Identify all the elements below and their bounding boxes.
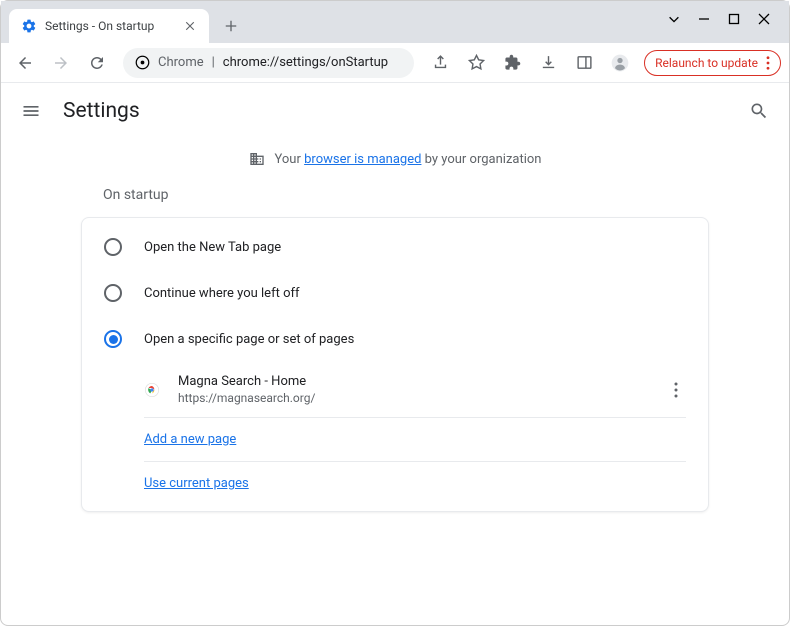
settings-icon: [21, 18, 37, 34]
managed-banner: Your browser is managed by your organiza…: [1, 139, 789, 179]
page-item: Magna Search - Home https://magnasearch.…: [144, 362, 686, 418]
back-button[interactable]: [9, 47, 41, 79]
option-specific[interactable]: Open a specific page or set of pages: [82, 316, 708, 362]
page-url: https://magnasearch.org/: [178, 391, 648, 405]
forward-button[interactable]: [45, 47, 77, 79]
building-icon: [249, 151, 265, 167]
browser-tab[interactable]: Settings - On startup: [9, 9, 209, 43]
radio-icon: [104, 330, 122, 348]
page-title: Settings: [63, 99, 140, 123]
more-icon: [766, 56, 770, 70]
close-window-icon[interactable]: [757, 11, 771, 25]
settings-header: Settings: [1, 83, 789, 139]
downloads-icon[interactable]: [532, 47, 564, 79]
option-label: Open a specific page or set of pages: [144, 332, 354, 347]
side-panel-icon[interactable]: [568, 47, 600, 79]
banner-text: Your browser is managed by your organiza…: [275, 152, 542, 167]
reload-button[interactable]: [81, 47, 113, 79]
section-title: On startup: [81, 179, 709, 217]
startup-card: Open the New Tab page Continue where you…: [81, 217, 709, 512]
minimize-icon[interactable]: [697, 11, 711, 25]
bookmark-icon[interactable]: [460, 47, 492, 79]
window-controls: [649, 1, 789, 35]
tab-title: Settings - On startup: [45, 19, 154, 33]
page-name: Magna Search - Home: [178, 374, 648, 389]
relaunch-label: Relaunch to update: [655, 56, 758, 70]
page-menu-button[interactable]: [666, 380, 686, 400]
menu-button[interactable]: [19, 99, 43, 123]
managed-link[interactable]: browser is managed: [304, 152, 421, 167]
option-label: Open the New Tab page: [144, 240, 281, 255]
add-page-link[interactable]: Add a new page: [144, 418, 686, 462]
radio-icon: [104, 284, 122, 302]
titlebar: Settings - On startup: [1, 1, 789, 43]
page-favicon-icon: [144, 382, 160, 398]
site-info-icon[interactable]: [135, 55, 150, 70]
new-tab-button[interactable]: [217, 12, 245, 40]
browser-toolbar: Chrome | chrome://settings/onStartup Rel…: [1, 43, 789, 83]
omnibox-scheme: Chrome: [158, 55, 204, 70]
option-continue[interactable]: Continue where you left off: [82, 270, 708, 316]
close-icon[interactable]: [183, 19, 197, 33]
maximize-icon[interactable]: [727, 11, 741, 25]
chevron-down-icon[interactable]: [667, 11, 681, 25]
radio-icon: [104, 238, 122, 256]
use-current-link[interactable]: Use current pages: [144, 462, 686, 505]
search-button[interactable]: [747, 99, 771, 123]
share-icon[interactable]: [424, 47, 456, 79]
omnibox[interactable]: Chrome | chrome://settings/onStartup: [123, 48, 414, 78]
page-info: Magna Search - Home https://magnasearch.…: [178, 374, 648, 405]
content: On startup Open the New Tab page Continu…: [1, 179, 789, 512]
extensions-icon[interactable]: [496, 47, 528, 79]
option-newtab[interactable]: Open the New Tab page: [82, 224, 708, 270]
omnibox-url: chrome://settings/onStartup: [223, 55, 388, 70]
pages-list: Magna Search - Home https://magnasearch.…: [82, 362, 708, 505]
option-label: Continue where you left off: [144, 286, 300, 301]
profile-icon[interactable]: [604, 47, 636, 79]
relaunch-button[interactable]: Relaunch to update: [644, 50, 781, 76]
